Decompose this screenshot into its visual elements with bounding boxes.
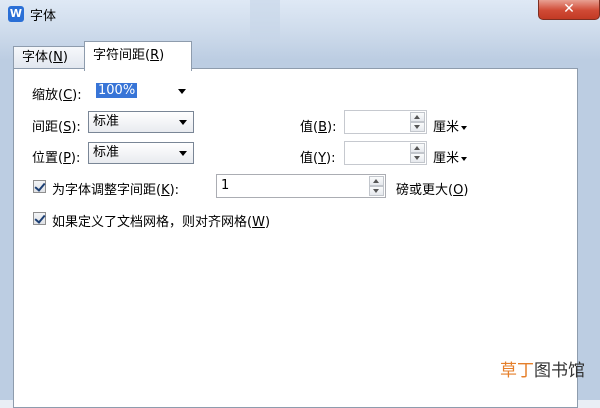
- scale-combobox[interactable]: 100%: [91, 80, 193, 102]
- spin-up-button[interactable]: [369, 176, 384, 186]
- spacing-label-text: 间距(: [32, 120, 64, 135]
- spin-up-button[interactable]: [410, 112, 425, 122]
- spacing-label: 间距(S):: [32, 116, 81, 135]
- tab-font[interactable]: 字体(N): [13, 46, 85, 68]
- kerning-checkbox[interactable]: [33, 180, 46, 193]
- grid-label-key: W: [252, 215, 265, 230]
- tab-spacing-label: 字符间距(: [93, 48, 151, 63]
- spacing-select[interactable]: 标准: [88, 111, 194, 133]
- watermark: 草丁图书馆: [500, 356, 585, 381]
- watermark-part-2: 图书馆: [534, 361, 585, 381]
- chevron-down-icon: [461, 156, 468, 161]
- spacing-unit-dropdown[interactable]: 厘米: [433, 116, 468, 135]
- spacing-by-key: B: [318, 120, 327, 135]
- watermark-part-1: 草丁: [500, 361, 534, 381]
- arrow-up-icon: [414, 146, 420, 150]
- title-bar: W 字体 ✕: [0, 0, 600, 32]
- position-unit: 厘米: [433, 151, 460, 166]
- spin-up-button[interactable]: [410, 143, 425, 153]
- spacing-by-input[interactable]: [344, 110, 427, 134]
- kerning-after-text: 磅或更大(: [396, 183, 454, 198]
- position-spinner[interactable]: [410, 143, 425, 163]
- tab-character-spacing[interactable]: 字符间距(R): [84, 41, 192, 71]
- position-by-input[interactable]: [344, 141, 427, 165]
- position-by-key: Y: [318, 151, 327, 166]
- wps-writer-icon: W: [8, 6, 24, 22]
- arrow-up-icon: [373, 179, 379, 183]
- position-select[interactable]: 标准: [88, 142, 194, 164]
- kerning-label-text: 为字体调整字间距(: [52, 183, 162, 198]
- checkmark-icon: [34, 180, 46, 192]
- tab-spacing-key: R: [150, 48, 160, 63]
- position-value: 标准: [93, 145, 120, 160]
- arrow-up-icon: [414, 115, 420, 119]
- spin-down-button[interactable]: [369, 186, 384, 196]
- tab-font-label: 字体(: [22, 50, 54, 65]
- arrow-down-icon: [414, 125, 420, 129]
- spin-down-button[interactable]: [410, 122, 425, 132]
- scale-label-text: 缩放(: [32, 88, 64, 103]
- tab-spacing-suffix: ): [159, 48, 165, 63]
- spacing-unit: 厘米: [433, 120, 460, 135]
- position-label-text: 位置(: [32, 151, 64, 166]
- window-title: 字体: [30, 9, 57, 24]
- spacing-by-label: 值(B):: [300, 116, 336, 135]
- arrow-down-icon: [373, 189, 379, 193]
- spacing-by-text: 值(: [300, 120, 319, 135]
- close-button[interactable]: ✕: [538, 0, 600, 20]
- snap-to-grid-checkbox[interactable]: [33, 212, 46, 225]
- position-label: 位置(P):: [32, 147, 80, 166]
- kerning-value: 1: [221, 178, 230, 193]
- spacing-value: 标准: [93, 114, 120, 129]
- checkmark-icon: [34, 212, 46, 224]
- scale-label-key: C: [63, 88, 73, 103]
- grid-label-suffix: ): [264, 215, 271, 230]
- chevron-down-icon: [461, 125, 468, 130]
- kerning-after-label: 磅或更大(O): [396, 179, 468, 198]
- scale-value: 100%: [96, 83, 138, 98]
- spacing-label-suffix: ):: [71, 120, 81, 135]
- kerning-label-suffix: ):: [169, 183, 180, 198]
- chevron-down-icon[interactable]: [179, 120, 187, 125]
- kerning-spinner[interactable]: [369, 176, 384, 196]
- chevron-down-icon[interactable]: [179, 151, 187, 156]
- spacing-spinner[interactable]: [410, 112, 425, 132]
- font-dialog: W 字体 ✕ 字体(N) 字符间距(R) 缩放(C): 100% 间距(S): …: [0, 0, 600, 408]
- tab-font-suffix: ): [62, 50, 68, 65]
- position-by-text: 值(: [300, 151, 319, 166]
- kerning-after-key: O: [453, 183, 464, 198]
- position-label-suffix: ):: [70, 151, 81, 166]
- position-by-suffix: ):: [326, 151, 336, 166]
- snap-to-grid-label: 如果定义了文档网格，则对齐网格(W): [52, 211, 270, 230]
- arrow-down-icon: [414, 156, 420, 160]
- kerning-input[interactable]: 1: [216, 174, 386, 198]
- kerning-label-key: K: [161, 183, 170, 198]
- scale-label: 缩放(C):: [32, 84, 82, 103]
- position-unit-dropdown[interactable]: 厘米: [433, 147, 468, 166]
- spin-down-button[interactable]: [410, 153, 425, 163]
- kerning-after-suffix: ): [463, 183, 469, 198]
- tab-font-key: N: [53, 50, 63, 65]
- spacing-by-suffix: ):: [327, 120, 337, 135]
- grid-label-text: 如果定义了文档网格，则对齐网格(: [52, 215, 253, 230]
- position-by-label: 值(Y):: [300, 147, 335, 166]
- scale-label-suffix: ):: [72, 88, 82, 103]
- chevron-down-icon[interactable]: [178, 89, 186, 94]
- kerning-label: 为字体调整字间距(K):: [52, 179, 179, 198]
- position-label-key: P: [63, 151, 71, 166]
